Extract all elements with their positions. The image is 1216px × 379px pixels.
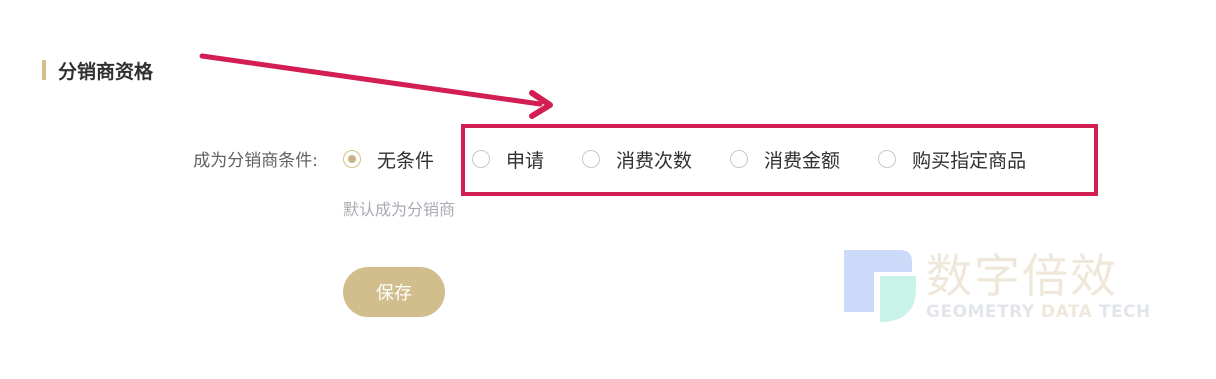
watermark-en-part: GEOMETRY <box>926 302 1042 322</box>
annotation-highlight-box <box>461 124 1098 196</box>
section-title: 分销商资格 <box>58 60 154 83</box>
watermark-english-text: GEOMETRY DATA TECH <box>926 302 1151 322</box>
watermark-logo-icon <box>844 250 916 322</box>
watermark-en-part: TECH <box>1092 302 1151 322</box>
save-button[interactable]: 保存 <box>343 267 445 317</box>
page: 分销商资格 成为分销商条件: 无条件 申请 消费次数 消费金额 购买指定商品 默… <box>0 0 1216 379</box>
section-accent-bar <box>42 60 46 80</box>
watermark-en-accent: DATA <box>1041 302 1093 322</box>
radio-label[interactable]: 无条件 <box>377 146 434 173</box>
watermark: 数字倍效 GEOMETRY DATA TECH <box>840 246 1150 328</box>
section-header: 分销商资格 <box>42 58 154 83</box>
watermark-chinese-text: 数字倍效 <box>926 249 1118 303</box>
radio-no-condition[interactable]: 无条件 <box>343 146 434 173</box>
condition-hint: 默认成为分销商 <box>343 200 456 219</box>
radio-circle-icon[interactable] <box>343 150 361 168</box>
condition-label: 成为分销商条件: <box>193 151 318 171</box>
